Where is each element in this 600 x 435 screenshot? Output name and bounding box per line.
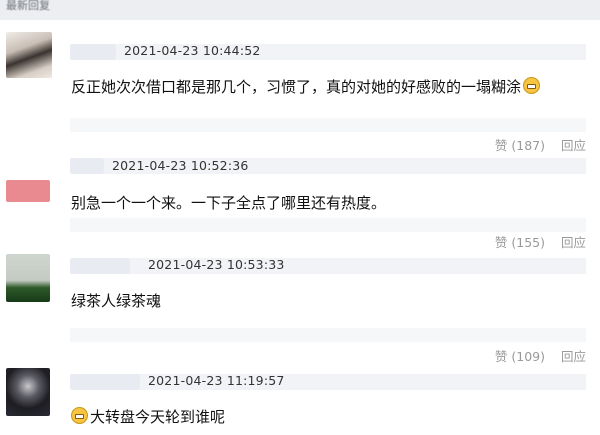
comment-text: 绿茶人绿茶魂	[71, 292, 162, 310]
avatar[interactable]	[6, 368, 50, 416]
reply-preview-bar	[70, 328, 586, 342]
avatar[interactable]	[6, 180, 50, 202]
username[interactable]	[70, 258, 130, 274]
comment-text-body: 大转盘今天轮到谁呢	[90, 408, 226, 426]
reply-preview-bar	[70, 118, 586, 132]
username[interactable]	[70, 158, 104, 174]
header-title: 最新回复	[6, 0, 50, 12]
reply-button[interactable]: 回应	[561, 349, 586, 364]
top-header: 最新回复	[0, 0, 600, 20]
comment-timestamp: 2021-04-23 10:52:36	[112, 158, 249, 173]
reply-button[interactable]: 回应	[561, 235, 586, 250]
comment-timestamp: 2021-04-23 10:44:52	[124, 43, 261, 58]
comment-actions: 赞 (187) 回应	[483, 135, 586, 154]
comment-text: 反正她次次借口都是那几个，习惯了，真的对她的好感败的一塌糊涂	[71, 76, 541, 97]
grinning-face-icon	[523, 77, 541, 94]
reply-button[interactable]: 回应	[561, 138, 586, 153]
comment-text-body: 反正她次次借口都是那几个，习惯了，真的对她的好感败的一塌糊涂	[71, 78, 522, 96]
comment-timestamp: 2021-04-23 10:53:33	[148, 257, 285, 272]
like-button[interactable]: 赞 (187)	[495, 138, 545, 153]
like-button[interactable]: 赞 (109)	[495, 349, 545, 364]
avatar[interactable]	[6, 254, 50, 302]
username[interactable]	[70, 44, 116, 60]
grinning-face-icon	[71, 407, 88, 424]
comment-actions: 赞 (109) 回应	[483, 346, 586, 365]
comment-text: 别急一个一个来。一下子全点了哪里还有热度。	[71, 194, 387, 212]
username[interactable]	[70, 374, 140, 390]
reply-preview-bar	[70, 218, 586, 232]
comment-timestamp: 2021-04-23 11:19:57	[148, 373, 285, 388]
avatar[interactable]	[6, 32, 52, 78]
like-button[interactable]: 赞 (155)	[495, 235, 545, 250]
comment-text: 大转盘今天轮到谁呢	[71, 406, 225, 427]
comment-actions: 赞 (155) 回应	[483, 232, 586, 251]
